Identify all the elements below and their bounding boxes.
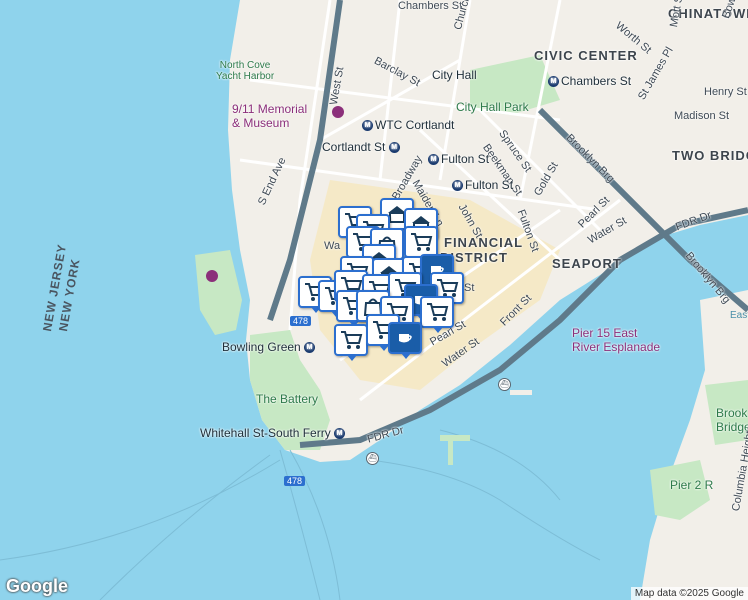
museum-icon-2[interactable]	[206, 270, 218, 282]
listing-marker[interactable]	[420, 296, 454, 333]
chambers-station-label: Chambers St	[561, 74, 632, 88]
north-cove-label[interactable]: North Cove Yacht Harbor	[216, 60, 274, 82]
two-bridges-label: TWO BRIDGE	[672, 148, 748, 163]
chambers-st-station[interactable]: M Chambers St	[548, 74, 631, 88]
pier15-label[interactable]: Pier 15 East River Esplanade	[572, 326, 660, 354]
museum-icon[interactable]	[332, 106, 344, 118]
subway-icon: M	[334, 428, 346, 440]
pier15-line1: Pier 15 East	[572, 326, 638, 340]
fulton-st-station-1[interactable]: M Fulton St	[428, 152, 489, 166]
east-river-label: East	[730, 310, 748, 321]
wtc-cortlandt-label: WTC Cortlandt	[375, 118, 455, 132]
wall-st-label-fragment: Wa	[324, 240, 341, 252]
subway-icon: M	[304, 342, 316, 354]
city-hall-park-label[interactable]: City Hall Park	[456, 100, 529, 114]
pier15-line2: River Esplanade	[572, 340, 661, 354]
cortlandt-st-station[interactable]: Cortlandt St M	[322, 140, 402, 154]
wtc-cortlandt-station[interactable]: M WTC Cortlandt	[362, 118, 454, 132]
i478-shield: 478	[290, 316, 312, 326]
listing-marker[interactable]	[388, 322, 422, 359]
whitehall-station[interactable]: Whitehall St-South Ferry M	[200, 426, 347, 440]
google-logo: Google	[6, 576, 68, 596]
i478-shield-2: 478	[284, 476, 306, 486]
memorial-label[interactable]: 9/11 Memorial & Museum	[232, 102, 307, 130]
chambers-st-label: Chambers St	[398, 0, 463, 12]
bowling-green-station[interactable]: Bowling Green M	[222, 340, 317, 354]
ferry-icon[interactable]: ⛴	[498, 378, 511, 391]
cortlandt-station-label: Cortlandt St	[322, 140, 386, 154]
listing-marker[interactable]	[334, 324, 368, 361]
north-cove-line1: North Cove	[219, 60, 271, 71]
subway-icon: M	[362, 120, 373, 132]
memorial-line1: 9/11 Memorial	[232, 102, 308, 116]
the-battery-label[interactable]: The Battery	[256, 392, 318, 406]
fulton-station-label-1: Fulton St	[441, 152, 490, 166]
map-canvas[interactable]: NEW JERSEY NEW YORK CHINATOWN CIVIC CENT…	[0, 0, 748, 600]
seaport-label: SEAPORT	[552, 256, 622, 271]
subway-icon: M	[388, 142, 400, 154]
financial-label: FINANCIAL	[444, 235, 524, 250]
st-label-fragment: St	[464, 282, 475, 294]
fulton-st-station-2[interactable]: M Fulton St	[452, 178, 513, 192]
ferry-icon-2[interactable]: ⛴	[366, 452, 379, 465]
memorial-line2: & Museum	[232, 116, 290, 130]
subway-icon: M	[428, 154, 439, 166]
map-attribution[interactable]: Map data ©2025 Google	[630, 587, 748, 600]
fulton-station-label-2: Fulton St	[465, 178, 514, 192]
north-cove-line2: Yacht Harbor	[216, 71, 275, 82]
bbp-line1: Brook	[716, 406, 748, 420]
henry-st-label: Henry St	[704, 86, 747, 98]
civic-center-label: CIVIC CENTER	[534, 48, 638, 63]
pier2-label[interactable]: Pier 2 R	[670, 478, 713, 492]
whitehall-label: Whitehall St-South Ferry	[200, 426, 331, 440]
city-hall-label[interactable]: City Hall	[432, 68, 477, 82]
subway-icon: M	[452, 180, 463, 192]
madison-st-label: Madison St	[674, 110, 730, 122]
subway-icon: M	[548, 76, 559, 88]
bowling-green-label: Bowling Green	[222, 340, 301, 354]
